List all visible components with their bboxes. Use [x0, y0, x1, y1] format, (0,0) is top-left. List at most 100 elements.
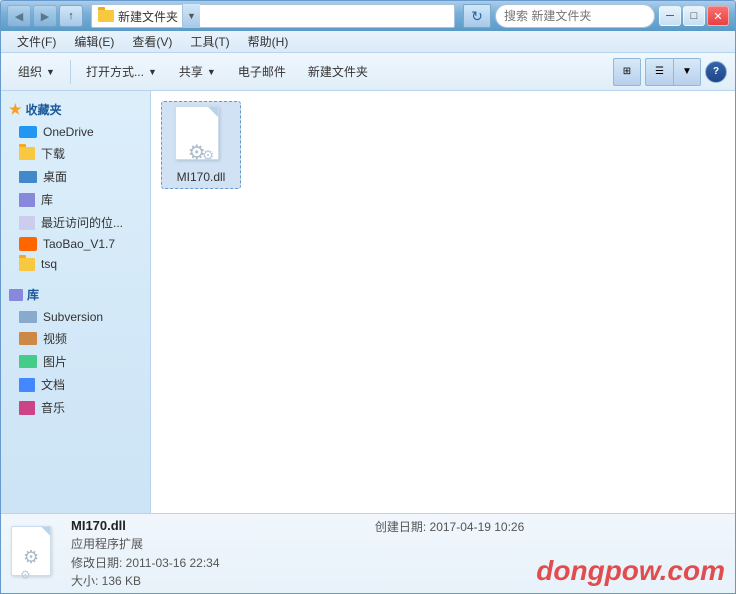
star-icon: ★: [9, 101, 22, 118]
sidebar-item-recent[interactable]: 最近访问的位...: [1, 211, 150, 234]
menubar: 文件(F) 编辑(E) 查看(V) 工具(T) 帮助(H): [1, 31, 735, 53]
library-section-icon: [9, 289, 23, 301]
sidebar-label-recent: 最近访问的位...: [41, 214, 123, 231]
image-icon: [19, 355, 37, 368]
sidebar-label-music: 音乐: [41, 399, 65, 416]
share-label: 共享: [179, 63, 203, 80]
sidebar-label-download: 下载: [41, 145, 65, 162]
gear-small-icon: ⚙: [202, 147, 215, 164]
view-list-button[interactable]: ☰: [645, 58, 673, 86]
sidebar-item-taobao[interactable]: TaoBao_V1.7: [1, 234, 150, 254]
statusbar: ⚙ ⚙ MI170.dll 应用程序扩展 修改日期: 2011-03-16 22…: [1, 513, 735, 593]
library-icon: [19, 193, 35, 207]
maximize-button[interactable]: □: [683, 6, 705, 26]
sidebar-item-music[interactable]: 音乐: [1, 396, 150, 419]
sidebar-label-desktop: 桌面: [43, 168, 67, 185]
menu-tools[interactable]: 工具(T): [182, 31, 237, 52]
file-item-mi170[interactable]: ⚙ ⚙ MI170.dll: [161, 101, 241, 189]
search-input[interactable]: [504, 9, 659, 23]
sidebar-label-video: 视频: [43, 330, 67, 347]
sidebar-item-download[interactable]: 下载: [1, 142, 150, 165]
sidebar-library-section: 库 Subversion 视频 图片 文档: [1, 282, 150, 419]
refresh-button[interactable]: ↻: [463, 4, 491, 28]
sidebar-item-onedrive[interactable]: OneDrive: [1, 122, 150, 142]
sidebar: ★ 收藏夹 OneDrive 下载 桌面 库: [1, 91, 151, 513]
status-filename: MI170.dll: [71, 518, 363, 533]
titlebar-buttons: ─ □ ✕: [659, 6, 729, 26]
status-type: 应用程序扩展: [71, 535, 363, 552]
sidebar-item-video[interactable]: 视频: [1, 327, 150, 350]
toolbar-divider-1: [70, 60, 71, 84]
open-with-button[interactable]: 打开方式... ▼: [77, 57, 166, 87]
menu-edit[interactable]: 编辑(E): [66, 31, 122, 52]
main-content: ★ 收藏夹 OneDrive 下载 桌面 库: [1, 91, 735, 513]
library-section-label: 库: [27, 286, 39, 303]
sidebar-label-image: 图片: [43, 353, 67, 370]
minimize-button[interactable]: ─: [659, 6, 681, 26]
toolbar-right: ⊞ ☰ ▼ ?: [613, 58, 727, 86]
back-button[interactable]: ◀: [7, 5, 31, 27]
sidebar-item-image[interactable]: 图片: [1, 350, 150, 373]
view-detail-button[interactable]: ▼: [673, 58, 701, 86]
recent-icon: [19, 216, 35, 230]
sidebar-label-library: 库: [41, 191, 53, 208]
sidebar-item-doc[interactable]: 文档: [1, 373, 150, 396]
share-arrow: ▼: [207, 67, 216, 77]
status-info: MI170.dll 应用程序扩展 修改日期: 2011-03-16 22:34 …: [71, 518, 363, 589]
menu-help[interactable]: 帮助(H): [240, 31, 297, 52]
new-folder-button[interactable]: 新建文件夹: [299, 57, 377, 87]
organize-label: 组织: [18, 63, 42, 80]
sidebar-label-onedrive: OneDrive: [43, 125, 94, 139]
sidebar-label-taobao: TaoBao_V1.7: [43, 237, 115, 251]
sidebar-item-desktop[interactable]: 桌面: [1, 165, 150, 188]
taobao-icon: [19, 237, 37, 251]
status-file-icon: ⚙ ⚙: [11, 526, 59, 582]
music-icon: [19, 401, 35, 415]
address-bar: 新建文件夹 ▼: [91, 4, 455, 28]
sidebar-favorites: ★ 收藏夹 OneDrive 下载 桌面 库: [1, 97, 150, 274]
status-created: 创建日期: 2017-04-19 10:26: [375, 514, 524, 535]
nav-buttons: ◀ ▶ ↑: [7, 5, 83, 27]
email-button[interactable]: 电子邮件: [229, 57, 295, 87]
file-area[interactable]: ⚙ ⚙ MI170.dll: [151, 91, 735, 513]
menu-view[interactable]: 查看(V): [124, 31, 180, 52]
doc-icon: [19, 378, 35, 392]
onedrive-icon: [19, 126, 37, 138]
video-icon: [19, 332, 37, 345]
open-arrow: ▼: [148, 67, 157, 77]
titlebar: ◀ ▶ ↑ 新建文件夹 ▼ ↻ 🔍 ─ □ ✕: [1, 1, 735, 31]
favorites-label: 收藏夹: [26, 101, 62, 118]
library-title: 库: [1, 282, 150, 307]
menu-file[interactable]: 文件(F): [9, 31, 64, 52]
file-label: MI170.dll: [177, 170, 226, 184]
tsq-icon: [19, 258, 35, 271]
dll-file-icon: ⚙ ⚙: [175, 106, 227, 166]
status-size: 大小: 136 KB: [71, 572, 363, 589]
gear-icons: ⚙ ⚙: [188, 141, 215, 164]
sidebar-label-tsq: tsq: [41, 257, 57, 271]
sidebar-item-subversion[interactable]: Subversion: [1, 307, 150, 327]
help-button[interactable]: ?: [705, 61, 727, 83]
sidebar-item-library[interactable]: 库: [1, 188, 150, 211]
sidebar-item-tsq[interactable]: tsq: [1, 254, 150, 274]
new-folder-label: 新建文件夹: [308, 63, 368, 80]
toolbar: 组织 ▼ 打开方式... ▼ 共享 ▼ 电子邮件 新建文件夹 ⊞ ☰ ▼ ?: [1, 53, 735, 91]
status-gears: ⚙ ⚙: [23, 547, 47, 582]
organize-button[interactable]: 组织 ▼: [9, 57, 64, 87]
subversion-icon: [19, 311, 37, 323]
share-button[interactable]: 共享 ▼: [170, 57, 225, 87]
address-dropdown[interactable]: ▼: [182, 4, 200, 28]
sidebar-label-doc: 文档: [41, 376, 65, 393]
forward-button[interactable]: ▶: [33, 5, 57, 27]
email-label: 电子邮件: [238, 63, 286, 80]
search-box: 🔍: [495, 4, 655, 28]
close-button[interactable]: ✕: [707, 6, 729, 26]
folder-download-icon: [19, 147, 35, 160]
open-with-label: 打开方式...: [86, 63, 144, 80]
view-grid-button[interactable]: ⊞: [613, 58, 641, 86]
up-button[interactable]: ↑: [59, 5, 83, 27]
folder-icon: [98, 10, 114, 22]
address-text: 新建文件夹: [118, 8, 178, 25]
favorites-title: ★ 收藏夹: [1, 97, 150, 122]
organize-arrow: ▼: [46, 67, 55, 77]
